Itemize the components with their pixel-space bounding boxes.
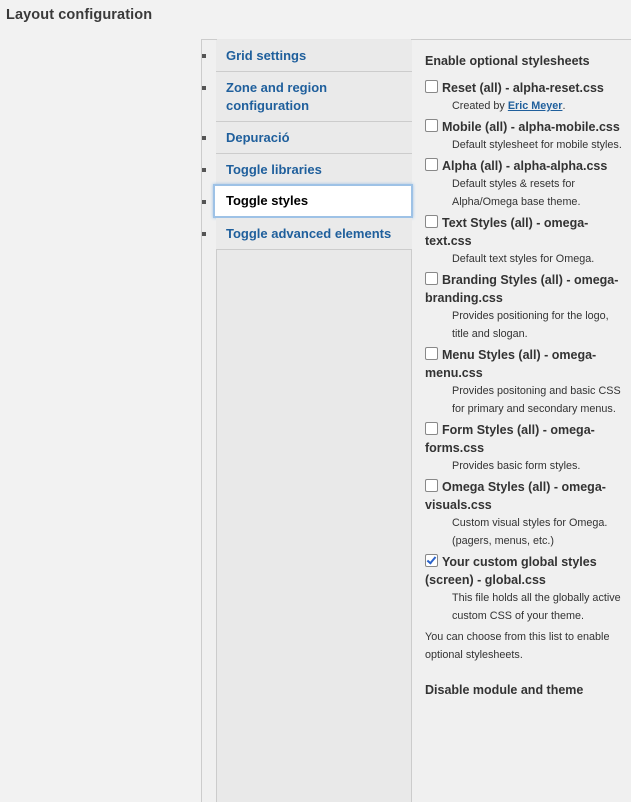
tab-bullet [202, 168, 206, 172]
eric-meyer-link[interactable]: Eric Meyer [508, 100, 563, 112]
checkbox-menu-styles[interactable] [425, 347, 438, 360]
option-description: Custom visual styles for Omega. (pagers,… [452, 517, 608, 547]
option-description: Provides positioning for the logo, title… [452, 310, 609, 340]
option-description: This file holds all the globally active … [452, 592, 621, 622]
tab-label: Toggle styles [226, 193, 309, 208]
option-description: Provides positoning and basic CSS for pr… [452, 385, 621, 415]
option-label[interactable]: Mobile (all) - alpha-mobile.css [442, 120, 620, 134]
section-heading-2: Disable module and theme [425, 683, 584, 697]
option-label[interactable]: Omega Styles (all) - omega-visuals.css [425, 480, 606, 512]
checkbox-form-styles[interactable] [425, 422, 438, 435]
tab-bullet [202, 86, 206, 90]
option-form-styles: Form Styles (all) - omega-forms.css Prov… [425, 421, 625, 475]
checkbox-custom-global-styles[interactable] [425, 554, 438, 567]
checkbox-mobile[interactable] [425, 119, 438, 132]
option-alpha: Alpha (all) - alpha-alpha.css Default st… [425, 157, 625, 211]
tab-bullet [202, 232, 206, 236]
tab-grid-settings[interactable]: Grid settings [216, 40, 412, 72]
help-text: You can choose from this list to enable … [425, 631, 610, 661]
tab-label: Zone and region configuration [226, 80, 328, 113]
option-mobile: Mobile (all) - alpha-mobile.css Default … [425, 118, 625, 154]
section-heading: Enable optional stylesheets [425, 54, 590, 68]
tab-pane-toggle-styles: Enable optional stylesheets Reset (all) … [425, 53, 625, 698]
page-title: Layout configuration [6, 7, 153, 23]
option-branding-styles: Branding Styles (all) - omega-branding.c… [425, 271, 625, 343]
option-label[interactable]: Form Styles (all) - omega-forms.css [425, 423, 595, 455]
tab-toggle-advanced-elements[interactable]: Toggle advanced elements [216, 218, 412, 250]
description-text: Created by [452, 100, 508, 112]
option-omega-styles: Omega Styles (all) - omega-visuals.css C… [425, 478, 625, 550]
tab-zone-region-configuration[interactable]: Zone and region configuration [216, 72, 412, 122]
option-description: Default styles & resets for Alpha/Omega … [452, 178, 581, 208]
tab-label: Grid settings [226, 48, 307, 63]
description-text: . [562, 100, 566, 112]
option-menu-styles: Menu Styles (all) - omega-menu.css Provi… [425, 346, 625, 418]
checkbox-reset[interactable] [425, 80, 438, 93]
tab-label: Depuració [226, 130, 290, 145]
tab-bullet [202, 136, 206, 140]
option-description: Default stylesheet for mobile styles. [452, 139, 622, 151]
option-label[interactable]: Text Styles (all) - omega-text.css [425, 216, 588, 248]
option-reset: Reset (all) - alpha-reset.css Created by… [425, 79, 625, 115]
option-custom-global-styles: Your custom global styles (screen) - glo… [425, 553, 625, 625]
option-label[interactable]: Menu Styles (all) - omega-menu.css [425, 348, 596, 380]
checkbox-text-styles[interactable] [425, 215, 438, 228]
tab-label: Toggle libraries [226, 162, 322, 177]
option-label[interactable]: Branding Styles (all) - omega-branding.c… [425, 273, 618, 305]
tab-label: Toggle advanced elements [226, 226, 392, 241]
option-description: Provides basic form styles. [452, 460, 581, 472]
tab-toggle-styles[interactable]: Toggle styles [213, 184, 413, 218]
checkbox-alpha[interactable] [425, 158, 438, 171]
checkbox-branding-styles[interactable] [425, 272, 438, 285]
tab-bullet [202, 54, 206, 58]
option-label[interactable]: Alpha (all) - alpha-alpha.css [442, 159, 607, 173]
page: Layout configuration Grid settings Zone … [0, 0, 631, 802]
tab-depuracio[interactable]: Depuració [216, 122, 412, 154]
tab-bullet [202, 200, 206, 204]
tab-toggle-libraries[interactable]: Toggle libraries [216, 154, 412, 186]
option-description: Default text styles for Omega. [452, 253, 595, 265]
option-description: Created by Eric Meyer. [425, 97, 625, 115]
option-label[interactable]: Your custom global styles (screen) - glo… [425, 555, 597, 587]
option-text-styles: Text Styles (all) - omega-text.css Defau… [425, 214, 625, 268]
checkbox-omega-styles[interactable] [425, 479, 438, 492]
option-label[interactable]: Reset (all) - alpha-reset.css [442, 81, 604, 95]
